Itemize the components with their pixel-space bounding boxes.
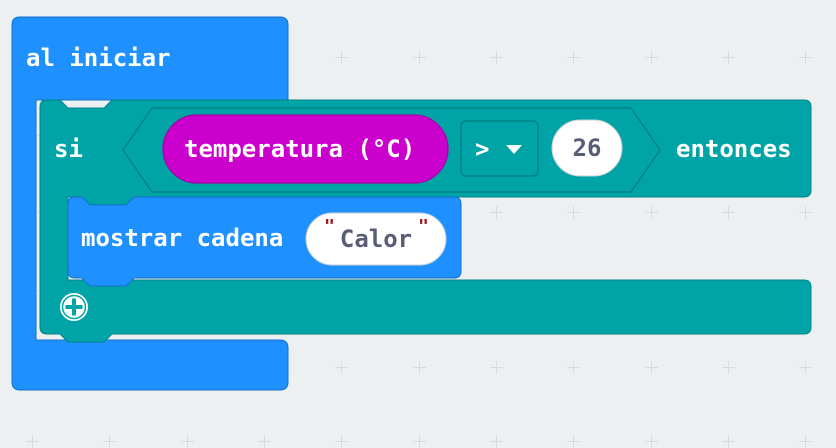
temperature-reporter-label: temperatura (°C) — [184, 135, 416, 163]
then-label: entonces — [676, 135, 792, 163]
operator-dropdown[interactable] — [460, 120, 539, 177]
on-start-label: al iniciar — [26, 44, 171, 72]
if-label: si — [54, 135, 83, 163]
operator-label: > — [475, 135, 490, 163]
plus-circle-icon[interactable] — [58, 291, 90, 323]
number-value: 26 — [572, 134, 602, 162]
string-value: Calor — [339, 225, 413, 253]
close-quote-icon: " — [418, 216, 429, 237]
show-string-label: mostrar cadena — [81, 224, 284, 252]
blocks-workspace[interactable]: al iniciar si entonces temperatura (°C) … — [0, 0, 836, 448]
open-quote-icon: " — [324, 216, 335, 237]
string-value-group: " Calor " — [306, 213, 446, 265]
